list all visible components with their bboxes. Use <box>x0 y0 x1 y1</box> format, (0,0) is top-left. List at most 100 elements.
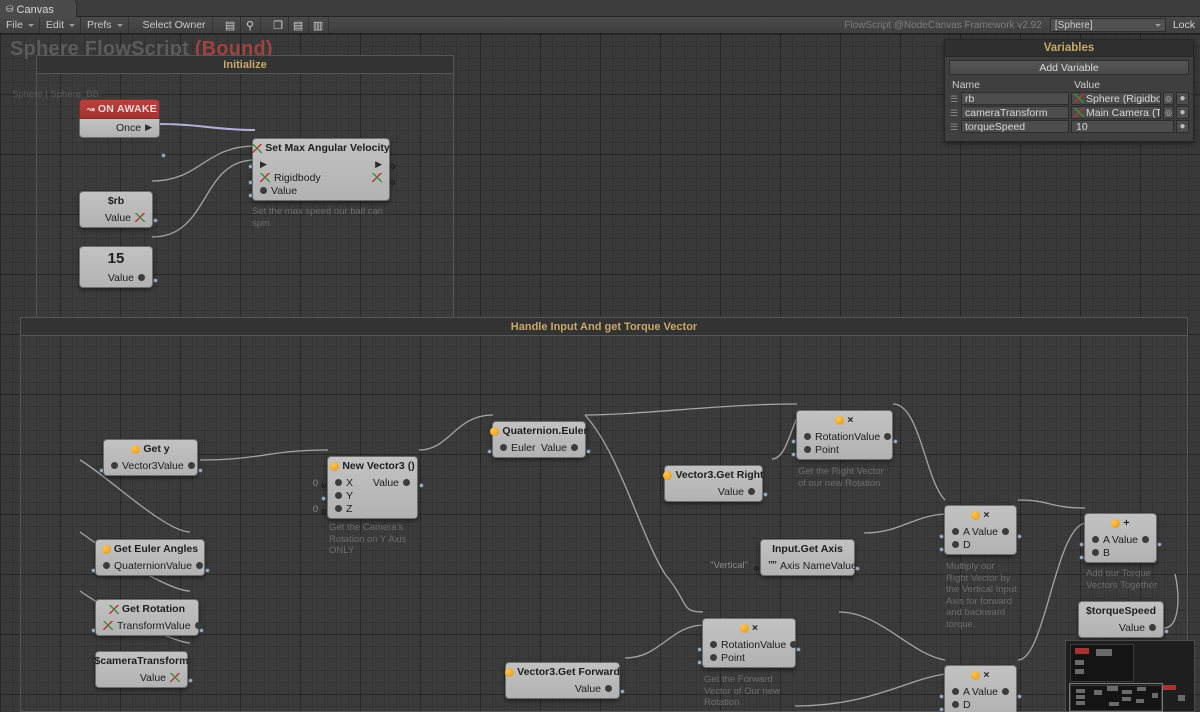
socket-rb-out[interactable] <box>153 218 158 223</box>
variable-name-field[interactable]: torqueSpeed <box>961 120 1069 133</box>
socket-point-in[interactable] <box>791 452 796 457</box>
port-get-y[interactable]: Vector3 Value <box>104 459 197 472</box>
socket-rotation-in[interactable] <box>697 647 702 652</box>
socket-value-in[interactable] <box>248 193 253 198</box>
port-camera-transform-out[interactable]: Value <box>96 671 187 684</box>
document-icon[interactable]: ▤ <box>221 17 241 33</box>
socket-point-in[interactable] <box>697 660 702 665</box>
axis-name-literal[interactable]: "Vertical" <box>698 560 748 571</box>
socket-a-in[interactable] <box>939 534 944 539</box>
port-a[interactable]: A Value <box>945 685 1016 698</box>
port-once-out[interactable]: Once ▶ <box>80 121 159 134</box>
variable-menu-button[interactable]: ● <box>1176 92 1189 105</box>
menu-edit[interactable]: Edit <box>40 17 82 33</box>
port-flow[interactable]: ▶ ▶ <box>253 158 389 171</box>
socket-camera-transform-out[interactable] <box>188 678 193 683</box>
socket-multiply-vertical-out[interactable] <box>1017 534 1022 539</box>
socket-add-torque-out[interactable] <box>1157 542 1162 547</box>
socket-once-out[interactable] <box>161 153 166 158</box>
socket-b-in[interactable] <box>939 547 944 552</box>
variable-row[interactable]: ☰ torqueSpeed 10 ● <box>945 120 1193 134</box>
port-rotation[interactable]: Rotation Value <box>797 430 892 443</box>
variable-row[interactable]: ☰ cameraTransform Main Camera (Trans ◎ ● <box>945 106 1193 120</box>
node-get-rotation[interactable]: Get Rotation Transform Value <box>91 599 204 636</box>
node-torque-speed-variable[interactable]: $torqueSpeed Value <box>1078 601 1169 638</box>
socket-multiply-right-out[interactable] <box>893 439 898 444</box>
node-add-torque[interactable]: + A Value B <box>1079 513 1162 563</box>
port-x[interactable]: X Value <box>328 476 417 489</box>
node-multiply-right-rotation[interactable]: × Rotation Value Point <box>791 410 898 460</box>
port-b[interactable]: D <box>945 698 1016 711</box>
node-on-awake[interactable]: ↝ ON AWAKE Once ▶ <box>79 99 166 158</box>
variable-value-field[interactable]: Sphere (Rigidbody) <box>1071 92 1161 105</box>
socket-z-in[interactable] <box>321 509 326 514</box>
value-z-literal[interactable]: 0 <box>300 504 318 515</box>
port-rotation[interactable]: Rotation Value <box>703 638 798 651</box>
menu-file[interactable]: File <box>0 17 40 33</box>
port-get-euler[interactable]: Quaternion Value <box>96 559 204 572</box>
variable-name-field[interactable]: cameraTransform <box>961 106 1069 119</box>
socket-multiply-forward-out[interactable] <box>796 647 801 652</box>
socket-a-in[interactable] <box>1079 542 1084 547</box>
port-value-in[interactable]: Value <box>253 184 389 197</box>
socket-b-in[interactable] <box>1079 555 1084 560</box>
port-a[interactable]: A Value <box>945 525 1016 538</box>
port-b[interactable]: D <box>945 538 1016 551</box>
port-get-rotation[interactable]: Transform Value <box>96 619 202 632</box>
socket-euler-in[interactable] <box>487 449 492 454</box>
node-vector3-get-right[interactable]: Vector3.Get Right Value <box>663 465 768 502</box>
port-a[interactable]: A Value <box>1085 533 1156 546</box>
variable-row[interactable]: ☰ rb Sphere (Rigidbody) ◎ ● <box>945 92 1193 106</box>
node-rb-variable[interactable]: $rb Value <box>79 191 158 228</box>
node-multiply-vertical[interactable]: × A Value D <box>939 505 1022 555</box>
socket-get-euler-out[interactable] <box>205 568 210 573</box>
add-variable-button[interactable]: Add Variable <box>949 60 1189 75</box>
port-v3-right-out[interactable]: Value <box>665 485 762 498</box>
columns-icon[interactable]: ▥ <box>309 17 329 33</box>
graph-canvas[interactable]: Sphere FlowScript (Bound) Sphere | Spher… <box>0 34 1200 712</box>
socket-new-vector3-out[interactable] <box>419 483 424 488</box>
port-rb-out[interactable]: Value <box>80 211 152 224</box>
window-icon[interactable]: ❐ <box>269 17 289 33</box>
port-v3-forward-out[interactable]: Value <box>506 682 619 695</box>
node-get-y[interactable]: Get y Vector3 Value <box>99 439 203 476</box>
port-b[interactable]: B <box>1085 546 1156 559</box>
port-axis-name[interactable]: ”” Axis Name Value <box>761 559 868 572</box>
socket-v3-forward-out[interactable] <box>620 689 625 694</box>
variable-name-field[interactable]: rb <box>961 92 1069 105</box>
socket-get-y-in[interactable] <box>99 468 104 473</box>
port-point[interactable]: Point <box>797 443 892 456</box>
node-vector3-get-forward[interactable]: Vector3.Get Forward Value <box>505 662 625 699</box>
search-icon[interactable]: ⚲ <box>241 17 261 33</box>
variable-value-field[interactable]: Main Camera (Trans <box>1071 106 1161 119</box>
socket-v3-right-out[interactable] <box>763 492 768 497</box>
port-torque-speed-out[interactable]: Value <box>1079 621 1163 634</box>
port-rigidbody[interactable]: Rigidbody <box>253 171 389 184</box>
object-picker-button[interactable]: ◎ <box>1163 106 1174 119</box>
port-point[interactable]: Point <box>703 651 795 664</box>
node-quaternion-euler[interactable]: Quaternion.Euler Euler Value <box>487 421 591 458</box>
socket-rotation-in[interactable] <box>791 439 796 444</box>
socket-flow-in[interactable] <box>248 164 253 169</box>
socket-const-out[interactable] <box>153 278 158 283</box>
node-input-get-axis-vertical[interactable]: Input.Get Axis ”” Axis Name Value <box>754 539 868 576</box>
object-picker-button[interactable]: ◎ <box>1163 92 1174 105</box>
socket-get-euler-in[interactable] <box>91 568 96 573</box>
variable-menu-button[interactable]: ● <box>1176 120 1189 133</box>
drag-handle-icon[interactable]: ☰ <box>950 108 959 117</box>
node-set-max-angular-velocity[interactable]: Set Max Angular Velocity ▶ ▶ Rigidbody V… <box>248 138 395 201</box>
socket-x-in[interactable] <box>321 483 326 488</box>
select-owner-button[interactable]: Select Owner <box>137 17 213 33</box>
drag-handle-icon[interactable]: ☰ <box>950 94 959 103</box>
socket-y-in[interactable] <box>321 496 326 501</box>
port-const-out[interactable]: Value <box>80 271 152 284</box>
menu-prefs[interactable]: Prefs <box>81 17 129 33</box>
node-get-euler-angles[interactable]: Get Euler Angles Quaternion Value <box>91 539 210 576</box>
port-euler[interactable]: Euler Value <box>493 441 585 454</box>
socket-rigidbody-out[interactable] <box>390 180 395 185</box>
node-camera-transform-variable[interactable]: $cameraTransform Value <box>95 651 193 688</box>
group-handle-input-header[interactable]: Handle Input And get Torque Vector <box>21 318 1187 336</box>
socket-input-axis-out[interactable] <box>855 566 860 571</box>
value-x-literal[interactable]: 0 <box>300 478 318 489</box>
socket-get-rotation-out[interactable] <box>199 628 204 633</box>
